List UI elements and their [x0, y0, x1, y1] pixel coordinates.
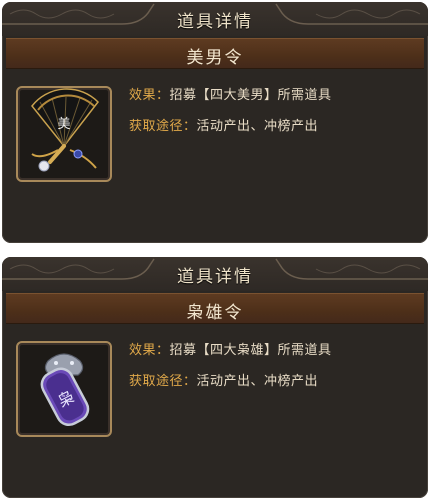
item-name-bar: 美男令 — [6, 38, 424, 69]
effect-row: 效果：招募【四大枭雄】所需道具 — [129, 339, 332, 358]
purple-dragon-plaque-icon: 枭 — [40, 353, 90, 427]
effect-label: 效果： — [129, 88, 170, 103]
source-label: 获取途径： — [129, 119, 197, 134]
item-icon-frame: 枭 — [16, 341, 112, 437]
source-label: 获取途径： — [129, 374, 197, 389]
source-value: 活动产出、冲榜产出 — [196, 119, 319, 134]
item-name: 枭雄令 — [186, 303, 244, 323]
effect-value: 招募【四大美男】所需道具 — [169, 88, 332, 103]
panel-header: 道具详情 — [2, 257, 428, 291]
source-value: 活动产出、冲榜产出 — [196, 374, 319, 389]
source-row: 获取途径：活动产出、冲榜产出 — [129, 115, 318, 134]
item-detail-panel-2: 道具详情 枭雄令 枭 效果：招募【四大枭雄】所需道具 获取途径：活动产出、冲榜产… — [2, 257, 428, 498]
header-title: 道具详情 — [177, 267, 253, 287]
item-name: 美男令 — [186, 48, 244, 68]
effect-label: 效果： — [129, 343, 170, 358]
panel-header: 道具详情 — [2, 2, 428, 36]
header-title: 道具详情 — [177, 12, 253, 32]
effect-row: 效果：招募【四大美男】所需道具 — [129, 84, 332, 103]
svg-text:美: 美 — [57, 117, 70, 132]
source-row: 获取途径：活动产出、冲榜产出 — [129, 370, 318, 389]
folding-fan-token-icon: 美 — [31, 88, 99, 172]
effect-value: 招募【四大枭雄】所需道具 — [169, 343, 332, 358]
item-icon-frame: 美 — [16, 86, 112, 182]
item-name-bar: 枭雄令 — [6, 293, 424, 324]
item-detail-panel-1: 道具详情 美男令 美 效果：招募【四大美男】所需道具 获取途径：活动产出、冲榜产… — [2, 2, 428, 243]
